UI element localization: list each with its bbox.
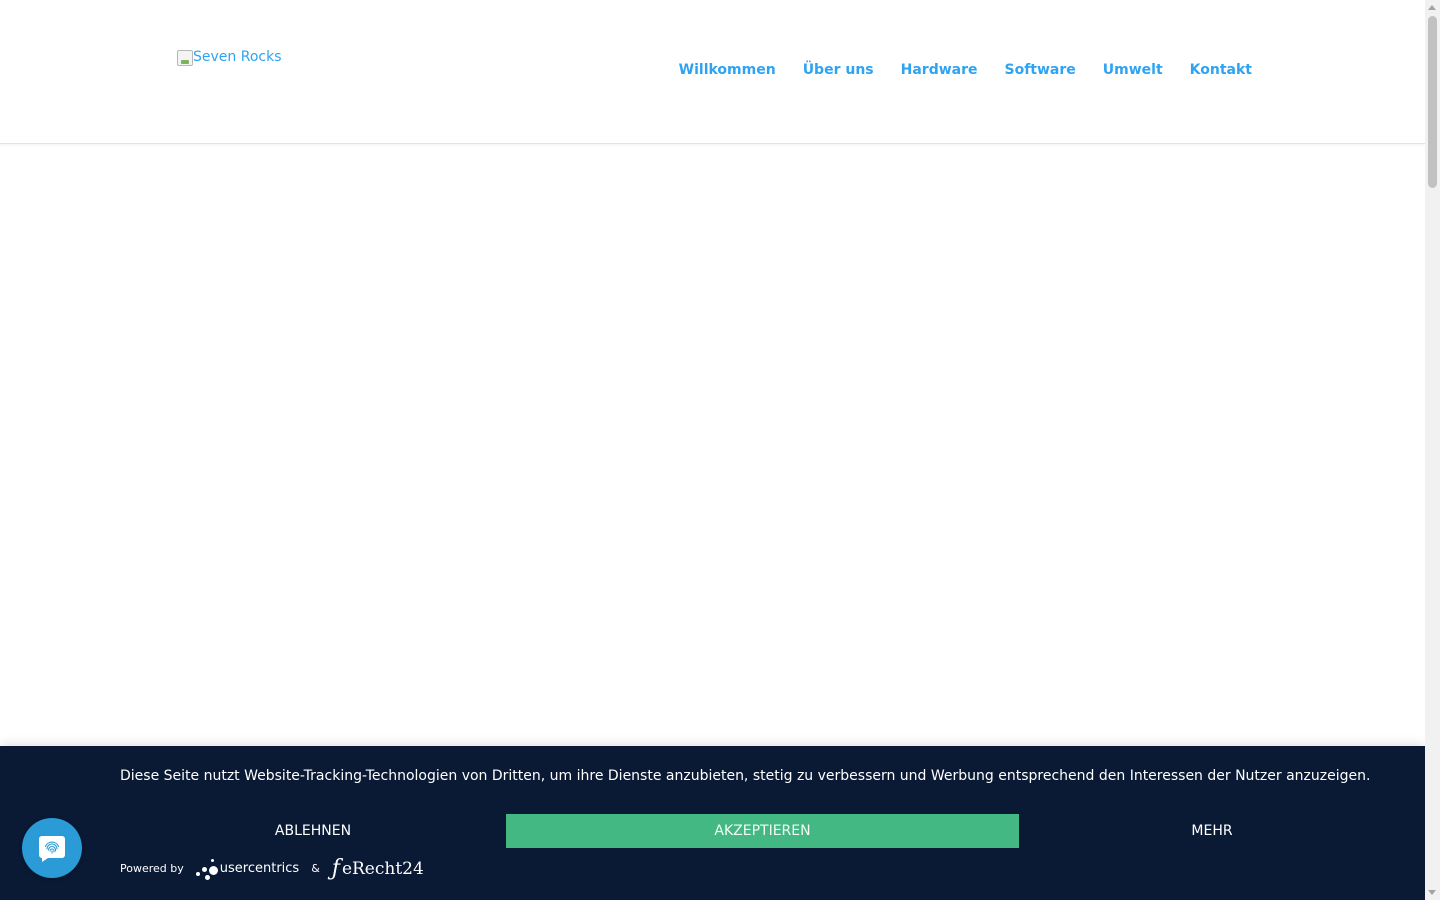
nav-kontakt[interactable]: Kontakt [1190,62,1252,78]
usercentrics-dots-icon [195,858,218,880]
usercentrics-wordmark: usercentrics [219,861,300,876]
site-header: Seven Rocks Willkommen Über uns Hardware… [0,0,1425,144]
powered-by: Powered by usercentrics & ƒ eRecht24 [120,856,424,881]
erecht24-wordmark: eRecht24 [341,858,424,879]
erecht24-signature-icon: ƒ [331,856,340,881]
nav-willkommen[interactable]: Willkommen [679,62,776,78]
nav-software[interactable]: Software [1005,62,1076,78]
main-nav: Willkommen Über uns Hardware Software Um… [679,62,1252,78]
decline-button[interactable]: ABLEHNEN [120,814,506,848]
page: Seven Rocks Willkommen Über uns Hardware… [0,0,1425,900]
erecht24-logo[interactable]: ƒ eRecht24 [332,856,424,881]
fingerprint-icon [39,836,65,862]
nav-hardware[interactable]: Hardware [901,62,978,78]
broken-image-icon [177,50,193,66]
logo[interactable]: Seven Rocks [177,49,281,66]
scrollbar[interactable] [1425,0,1440,900]
powered-by-label: Powered by [120,862,184,875]
ampersand: & [311,862,320,875]
scroll-up-arrow-icon[interactable] [1428,5,1436,10]
scroll-down-arrow-icon[interactable] [1428,890,1436,895]
nav-ueber-uns[interactable]: Über uns [803,62,874,78]
cookie-banner: Diese Seite nutzt Website-Tracking-Techn… [0,746,1425,900]
accept-button[interactable]: AKZEPTIEREN [506,814,1019,848]
logo-alt-text: Seven Rocks [193,49,282,65]
nav-umwelt[interactable]: Umwelt [1103,62,1163,78]
privacy-settings-button[interactable] [22,818,82,878]
usercentrics-logo[interactable]: usercentrics [195,858,300,880]
cookie-message: Diese Seite nutzt Website-Tracking-Techn… [120,768,1371,784]
more-button[interactable]: MEHR [1019,814,1405,848]
scrollbar-thumb[interactable] [1428,16,1437,188]
